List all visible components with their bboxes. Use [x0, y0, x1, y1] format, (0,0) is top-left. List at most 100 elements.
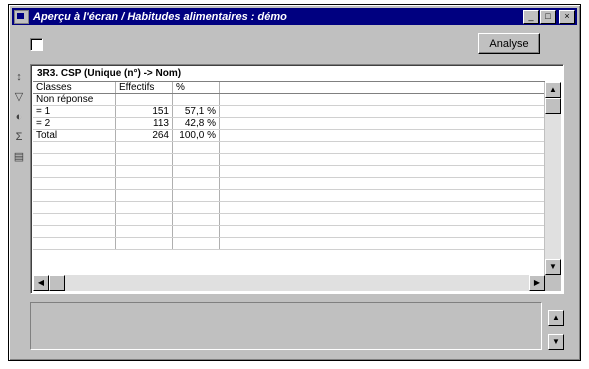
table-cell — [115, 153, 173, 166]
table-cell — [172, 213, 220, 226]
table-cell — [115, 93, 173, 106]
chart-icon[interactable]: ◐ — [12, 110, 26, 124]
table-cell: 264 — [115, 129, 173, 142]
table-cell — [115, 213, 173, 226]
table-cell — [219, 105, 560, 118]
table-row[interactable]: = 1 151 57,1 % — [33, 105, 560, 118]
table-row — [33, 165, 560, 178]
tool-palette: ↕ ▽ ◐ Σ ▤ — [12, 70, 28, 170]
scroll-left-icon[interactable]: ◀ — [33, 275, 49, 291]
table-cell — [115, 201, 173, 214]
table-cell — [219, 213, 560, 226]
table-cell — [172, 225, 220, 238]
stats-icon[interactable]: Σ — [12, 130, 26, 144]
table-cell: 42,8 % — [172, 117, 220, 130]
window-title: Aperçu à l'écran / Habitudes alimentaire… — [33, 10, 287, 23]
table-cell: 113 — [115, 117, 173, 130]
table-cell — [172, 153, 220, 166]
table-row — [33, 153, 560, 166]
table-cell: 100,0 % — [172, 129, 220, 142]
table-cell — [115, 165, 173, 178]
status-scroll-up-icon[interactable]: ▲ — [548, 310, 564, 326]
table-cell — [33, 177, 116, 190]
table-cell — [115, 189, 173, 202]
table-header-row: Classes Effectifs % — [33, 82, 560, 94]
table-row — [33, 225, 560, 238]
table-cell: 151 — [115, 105, 173, 118]
table-cell — [172, 189, 220, 202]
table-cell — [219, 201, 560, 214]
table-cell — [219, 129, 560, 142]
table-row — [33, 189, 560, 202]
column-header-effectifs[interactable]: Effectifs — [115, 82, 173, 94]
column-header-classes[interactable]: Classes — [33, 82, 116, 94]
table-cell — [115, 225, 173, 238]
grid-title: 3R3. CSP (Unique (n°) -> Nom) — [33, 67, 545, 82]
app-icon[interactable] — [14, 9, 29, 24]
table-cell: = 1 — [33, 105, 116, 118]
table-cell — [172, 177, 220, 190]
table-cell — [219, 82, 560, 94]
table-cell — [219, 225, 560, 238]
table-cell — [115, 141, 173, 154]
vertical-scroll-thumb[interactable] — [545, 98, 561, 114]
frequency-table: Classes Effectifs % Non réponse = 1 151 … — [33, 82, 560, 250]
table-cell — [219, 153, 560, 166]
table-cell: Total — [33, 129, 116, 142]
table-cell — [219, 177, 560, 190]
table-row — [33, 237, 560, 250]
table-cell — [33, 189, 116, 202]
status-scroll-down-icon[interactable]: ▼ — [548, 334, 564, 350]
vertical-scrollbar[interactable]: ▲ ▼ — [544, 82, 561, 275]
scroll-down-icon[interactable]: ▼ — [545, 259, 561, 275]
scroll-right-icon[interactable]: ▶ — [529, 275, 545, 291]
scroll-up-icon[interactable]: ▲ — [545, 82, 561, 98]
table-cell — [33, 165, 116, 178]
table-row[interactable]: Non réponse — [33, 93, 560, 106]
table-cell — [172, 237, 220, 250]
table-cell — [219, 141, 560, 154]
table-cell: Non réponse — [33, 93, 116, 106]
table-cell: = 2 — [33, 117, 116, 130]
exclude-nonresponses-row[interactable] — [30, 38, 157, 51]
table-cell — [33, 153, 116, 166]
table-row — [33, 201, 560, 214]
table-cell — [33, 237, 116, 250]
maximize-button[interactable]: □ — [540, 10, 556, 24]
table-cell — [219, 237, 560, 250]
statistics-panel — [30, 302, 542, 350]
results-grid[interactable]: 3R3. CSP (Unique (n°) -> Nom) Classes Ef… — [30, 64, 564, 294]
table-row[interactable]: = 2 113 42,8 % — [33, 117, 560, 130]
table-cell — [115, 237, 173, 250]
table-cell — [219, 117, 560, 130]
table-cell — [219, 189, 560, 202]
title-bar[interactable]: Aperçu à l'écran / Habitudes alimentaire… — [12, 8, 577, 25]
table-row — [33, 213, 560, 226]
scrollbar-corner — [545, 275, 561, 291]
table-cell — [219, 165, 560, 178]
horizontal-scrollbar[interactable]: ◀ ▶ — [33, 275, 545, 291]
table-row[interactable]: Total 264 100,0 % — [33, 129, 560, 142]
horizontal-scroll-thumb[interactable] — [49, 275, 65, 291]
table-cell — [172, 201, 220, 214]
table-cell — [33, 141, 116, 154]
exclude-nonresponses-checkbox[interactable] — [30, 38, 43, 51]
table-cell: 57,1 % — [172, 105, 220, 118]
analyse-button[interactable]: Analyse — [478, 33, 540, 54]
table-row — [33, 141, 560, 154]
table-cell — [172, 165, 220, 178]
copy-icon[interactable]: ▤ — [12, 150, 26, 164]
table-cell — [115, 177, 173, 190]
table-cell — [33, 213, 116, 226]
column-header-percent[interactable]: % — [172, 82, 220, 94]
minimize-button[interactable]: _ — [523, 10, 539, 24]
table-cell — [219, 93, 560, 106]
table-cell — [172, 93, 220, 106]
table-cell — [33, 225, 116, 238]
sort-icon[interactable]: ↕ — [12, 70, 26, 84]
table-cell — [33, 201, 116, 214]
filter-icon[interactable]: ▽ — [12, 90, 26, 104]
table-cell — [172, 141, 220, 154]
close-button[interactable]: × — [559, 10, 575, 24]
table-row — [33, 177, 560, 190]
